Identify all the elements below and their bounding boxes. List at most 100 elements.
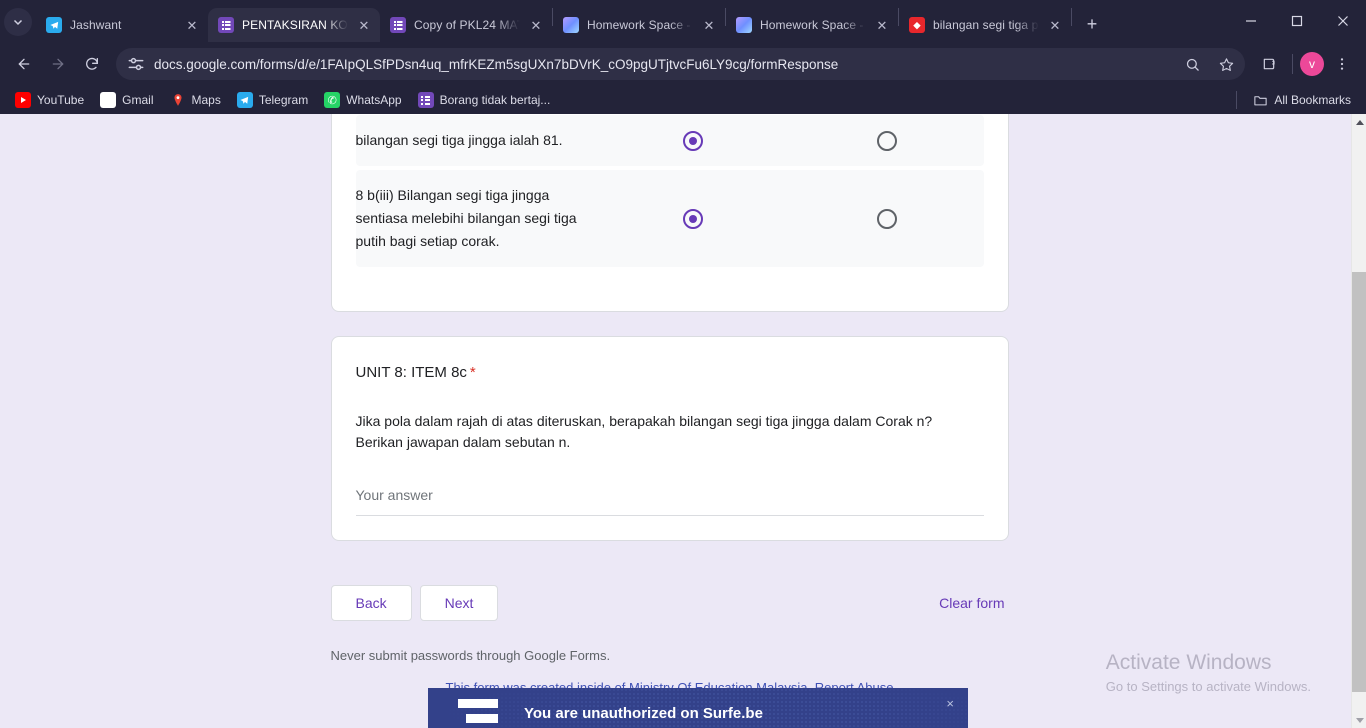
all-bookmarks-label: All Bookmarks: [1274, 93, 1351, 107]
question-description: Jika pola dalam rajah di atas diteruskan…: [356, 411, 984, 453]
bookmark-label: Borang tidak bertaj...: [439, 93, 551, 107]
scroll-up-icon[interactable]: [1352, 114, 1366, 130]
windows-activation-watermark: Activate Windows Go to Settings to activ…: [1106, 649, 1311, 696]
grid-cell[interactable]: [790, 130, 984, 151]
window-controls: [1228, 0, 1366, 42]
extensions-icon[interactable]: [1253, 48, 1285, 80]
bookmark-whatsapp[interactable]: WhatsApp: [317, 89, 408, 111]
telegram-icon: [46, 17, 62, 33]
browser-tab-jashwant[interactable]: Jashwant ✕: [36, 8, 208, 42]
youtube-icon: [15, 92, 31, 108]
chrome-menu-icon[interactable]: [1326, 48, 1358, 80]
grid-cell[interactable]: [596, 130, 790, 151]
bookmark-gmail[interactable]: M Gmail: [93, 89, 160, 111]
bookmark-borang[interactable]: Borang tidak bertaj...: [411, 89, 558, 111]
scrollbar-thumb[interactable]: [1352, 272, 1366, 692]
never-submit-passwords-note: Never submit passwords through Google Fo…: [330, 648, 611, 663]
tab-title: Jashwant: [70, 18, 122, 32]
google-forms-icon: [417, 92, 434, 108]
google-forms-icon: [390, 17, 406, 33]
browser-tab-bilangan-segi-tiga[interactable]: ◆ bilangan segi tiga pu ✕: [899, 8, 1071, 42]
bookmarks-divider: [1236, 91, 1238, 109]
bookmark-label: Maps: [191, 93, 221, 107]
browser-tab-pentaksiran[interactable]: PENTAKSIRAN KOMPE ✕: [208, 8, 380, 42]
browser-tab-homework-space-2[interactable]: Homework Space - St ✕: [726, 8, 898, 42]
grid-row: 8 b(iii) Bilangan segi tiga jingga senti…: [355, 170, 984, 267]
bookmark-star-icon[interactable]: [1213, 51, 1239, 77]
back-icon[interactable]: [8, 48, 40, 80]
bookmark-youtube[interactable]: YouTube: [8, 89, 91, 111]
bookmark-label: WhatsApp: [346, 93, 402, 107]
grid-row-label: bilangan segi tiga jingga ialah 81.: [355, 132, 563, 148]
question-title-text: UNIT 8: ITEM 8c: [355, 364, 467, 381]
tab-title: Homework Space - St: [587, 18, 693, 32]
tab-title: Copy of PKL24 MATE: [414, 18, 520, 32]
homework-space-icon: [736, 17, 752, 33]
close-icon[interactable]: ✕: [356, 17, 372, 33]
clear-form-link[interactable]: Clear form: [939, 595, 1008, 611]
site-settings-icon[interactable]: [126, 54, 146, 74]
grid-question-card: bilangan segi tiga jingga ialah 81. 8 b(…: [330, 114, 1009, 312]
vertical-scrollbar[interactable]: [1351, 114, 1366, 728]
answer-input-placeholder: Your answer: [355, 487, 433, 503]
tab-title: bilangan segi tiga pu: [933, 18, 1039, 32]
address-bar[interactable]: docs.google.com/forms/d/e/1FAIpQLSfPDsn4…: [116, 48, 1245, 80]
question-card-item-8c: UNIT 8: ITEM 8c * Jika pola dalam rajah d…: [330, 336, 1009, 541]
close-icon[interactable]: ×: [946, 696, 954, 711]
radio-button-selected[interactable]: [682, 130, 703, 151]
grid-row-label: 8 b(iii) Bilangan segi tiga jingga senti…: [355, 187, 577, 249]
avatar[interactable]: v: [1300, 52, 1324, 76]
form-actions: Back Next Clear form: [330, 585, 1009, 621]
close-window-button[interactable]: [1320, 0, 1366, 42]
forward-icon[interactable]: [42, 48, 74, 80]
close-icon[interactable]: ✕: [701, 17, 717, 33]
next-button[interactable]: Next: [419, 585, 499, 621]
back-button[interactable]: Back: [330, 585, 412, 621]
bookmark-label: Telegram: [258, 93, 309, 107]
browser-tab-homework-space-1[interactable]: Homework Space - St ✕: [553, 8, 725, 42]
bookmark-telegram[interactable]: Telegram: [230, 89, 315, 111]
whatsapp-icon: [324, 92, 341, 108]
all-bookmarks-button[interactable]: All Bookmarks: [1245, 89, 1358, 111]
minimize-button[interactable]: [1228, 0, 1274, 42]
answer-input-wrapper[interactable]: Your answer: [355, 487, 984, 516]
grid-cell[interactable]: [790, 208, 984, 229]
tab-title: PENTAKSIRAN KOMPE: [242, 18, 348, 32]
surfe-logo-icon: [458, 699, 498, 728]
close-icon[interactable]: ✕: [874, 17, 890, 33]
scroll-down-icon[interactable]: [1352, 712, 1366, 728]
telegram-icon: [236, 92, 253, 108]
question-description-line2: Berikan jawapan dalam sebutan n.: [355, 434, 571, 450]
reload-icon[interactable]: [76, 48, 108, 80]
tab-search-button[interactable]: [4, 8, 32, 36]
grid-row: bilangan segi tiga jingga ialah 81.: [355, 115, 984, 166]
radio-button[interactable]: [876, 208, 897, 229]
close-icon[interactable]: ✕: [1047, 17, 1063, 33]
close-icon[interactable]: ✕: [184, 17, 200, 33]
radio-button-selected[interactable]: [682, 208, 703, 229]
close-icon[interactable]: ✕: [528, 17, 544, 33]
url-text: docs.google.com/forms/d/e/1FAIpQLSfPDsn4…: [154, 56, 839, 72]
bookmark-label: YouTube: [37, 93, 85, 107]
browser-toolbar: docs.google.com/forms/d/e/1FAIpQLSfPDsn4…: [0, 42, 1366, 86]
grid-cell[interactable]: [596, 208, 790, 229]
google-forms-icon: [218, 17, 234, 33]
gmail-icon: M: [100, 92, 117, 108]
browser-tab-copy-pkl24[interactable]: Copy of PKL24 MATE ✕: [380, 8, 552, 42]
surfe-banner-message: You are unauthorized on Surfe.be: [524, 705, 763, 722]
watermark-subtitle: Go to Settings to activate Windows.: [1105, 679, 1311, 694]
folder-icon: [1252, 92, 1268, 108]
radio-button[interactable]: [876, 130, 897, 151]
google-maps-icon: [170, 92, 186, 108]
bookmark-maps[interactable]: Maps: [163, 89, 228, 111]
question-description-line1: Jika pola dalam rajah di atas diteruskan…: [355, 413, 933, 429]
browser-window: Jashwant ✕ PENTAKSIRAN KOMPE ✕ Copy of P…: [0, 0, 1366, 728]
search-icon[interactable]: [1179, 51, 1205, 77]
toolbar-divider: [1292, 54, 1293, 74]
watermark-title: Activate Windows: [1105, 651, 1272, 674]
maximize-button[interactable]: [1274, 0, 1320, 42]
google-form-page: bilangan segi tiga jingga ialah 81. 8 b(…: [0, 114, 1351, 728]
new-tab-button[interactable]: +: [1078, 10, 1106, 38]
red-app-icon: ◆: [909, 17, 925, 33]
required-asterisk: *: [469, 364, 476, 381]
